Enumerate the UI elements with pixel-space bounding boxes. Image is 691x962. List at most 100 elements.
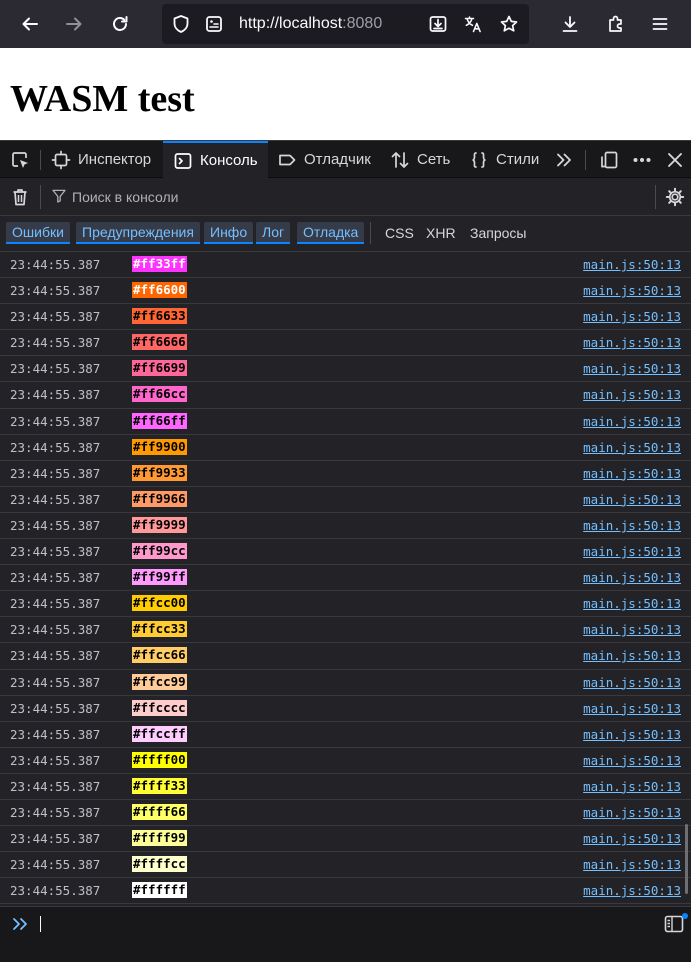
download-page-icon[interactable] [427,13,449,35]
close-devtools-button[interactable] [664,149,686,171]
color-swatch-text: #ffffff [132,882,187,899]
tab-style-editor[interactable]: Стили [469,141,539,178]
console-message: 23:44:55.387 #ff66cc main.js:50:13 [0,382,691,409]
color-swatch-text: #ffcc66 [132,647,187,664]
tracking-shield-icon[interactable] [170,13,192,35]
message-timestamp: 23:44:55.387 [10,309,101,325]
console-scrollbar[interactable] [685,824,688,894]
source-link[interactable]: main.js:50:13 [583,309,681,324]
back-button[interactable] [12,6,48,42]
filter-log-button[interactable]: Лог [256,222,291,244]
page-info-icon[interactable] [203,13,225,35]
color-swatch-text: #ff6600 [132,282,187,299]
color-swatch-text: #ff6699 [132,360,187,377]
source-link[interactable]: main.js:50:13 [583,701,681,716]
color-swatch-text: #ffff66 [132,803,187,820]
source-link[interactable]: main.js:50:13 [583,857,681,872]
more-tabs-button[interactable] [553,149,575,171]
color-swatch-text: #ff9966 [132,490,187,507]
color-swatch-text: #ff9933 [132,464,187,481]
source-link[interactable]: main.js:50:13 [583,544,681,559]
reload-button[interactable] [102,6,138,42]
message-timestamp: 23:44:55.387 [10,439,101,455]
filter-css-button[interactable]: CSS [385,224,414,242]
translate-icon[interactable] [462,13,484,35]
console-message: 23:44:55.387 #ff6633 main.js:50:13 [0,304,691,331]
source-link[interactable]: main.js:50:13 [583,831,681,846]
source-link[interactable]: main.js:50:13 [583,387,681,402]
filter-debug-button[interactable]: Отладка [297,222,365,244]
style-editor-icon [472,151,486,168]
filter-xhr-button[interactable]: XHR [426,224,456,242]
devtools-menu-button[interactable] [631,149,653,171]
filter-funnel-icon [50,187,68,205]
source-link[interactable]: main.js:50:13 [583,440,681,455]
source-link[interactable]: main.js:50:13 [583,361,681,376]
bookmark-star-icon[interactable] [498,13,520,35]
color-swatch-text: #ffcccc [132,699,187,716]
debugger-icon [279,154,296,165]
source-link[interactable]: main.js:50:13 [583,675,681,690]
source-link[interactable]: main.js:50:13 [583,727,681,742]
color-swatch-text: #ff6666 [132,334,187,351]
source-link[interactable]: main.js:50:13 [583,257,681,272]
downloads-button[interactable] [552,6,588,42]
source-link[interactable]: main.js:50:13 [583,779,681,794]
extensions-button[interactable] [598,6,634,42]
source-link[interactable]: main.js:50:13 [583,283,681,298]
source-link[interactable]: main.js:50:13 [583,492,681,507]
app-menu-button[interactable] [642,6,678,42]
tab-console[interactable]: Консоль [163,141,268,178]
element-picker-button[interactable] [9,149,31,171]
url-bar[interactable]: http://localhost:8080 [162,4,529,44]
color-swatch-text: #ffff33 [132,777,187,794]
console-filter-input[interactable]: Поиск в консоли [72,189,178,205]
console-message: 23:44:55.387 #ffcc00 main.js:50:13 [0,591,691,618]
source-link[interactable]: main.js:50:13 [583,648,681,663]
tab-bar-divider [40,150,41,170]
message-timestamp: 23:44:55.387 [10,804,101,820]
url-text[interactable]: http://localhost:8080 [239,15,382,33]
filter-warnings-button[interactable]: Предупреждения [76,222,200,244]
console-message: 23:44:55.387 #ffff99 main.js:50:13 [0,826,691,853]
tab-debugger[interactable]: Отладчик [277,141,371,178]
filter-errors-button[interactable]: Ошибки [6,222,70,244]
filter-info-button[interactable]: Инфо [204,222,254,244]
tab-label: Отладчик [304,151,371,168]
console-message: 23:44:55.387 #ff6666 main.js:50:13 [0,330,691,357]
forward-button[interactable] [56,6,92,42]
source-link[interactable]: main.js:50:13 [583,335,681,350]
back-arrow-icon [22,17,38,31]
close-icon [668,153,682,167]
color-swatch-text: #ffff00 [132,751,187,768]
dock-toggle-button[interactable] [598,149,620,171]
message-timestamp: 23:44:55.387 [10,465,101,481]
tab-label: Инспектор [78,151,152,168]
source-link[interactable]: main.js:50:13 [583,805,681,820]
console-message: 23:44:55.387 #ff33ff main.js:50:13 [0,252,691,279]
message-timestamp: 23:44:55.387 [10,257,101,272]
trash-icon [13,189,27,206]
clear-console-button[interactable] [9,186,31,208]
tab-inspector[interactable]: Инспектор [51,141,151,178]
color-swatch-text: #ff66ff [132,412,187,429]
source-link[interactable]: main.js:50:13 [583,883,681,898]
source-link[interactable]: main.js:50:13 [583,622,681,637]
console-message: 23:44:55.387 #ffff66 main.js:50:13 [0,800,691,827]
editor-mode-icon[interactable] [664,915,684,933]
source-link[interactable]: main.js:50:13 [583,753,681,768]
source-link[interactable]: main.js:50:13 [583,570,681,585]
source-link[interactable]: main.js:50:13 [583,518,681,533]
tab-network[interactable]: Сеть [390,141,450,178]
console-settings-button[interactable] [664,186,686,208]
tab-label: Консоль [200,152,258,169]
console-input-area[interactable] [0,906,691,962]
source-link[interactable]: main.js:50:13 [583,414,681,429]
filter-requests-button[interactable]: Запросы [470,224,526,242]
network-icon [391,151,409,168]
source-link[interactable]: main.js:50:13 [583,466,681,481]
message-timestamp: 23:44:55.387 [10,596,101,612]
console-message: 23:44:55.387 #ff99cc main.js:50:13 [0,539,691,566]
browser-toolbar: http://localhost:8080 [0,0,691,48]
source-link[interactable]: main.js:50:13 [583,596,681,611]
